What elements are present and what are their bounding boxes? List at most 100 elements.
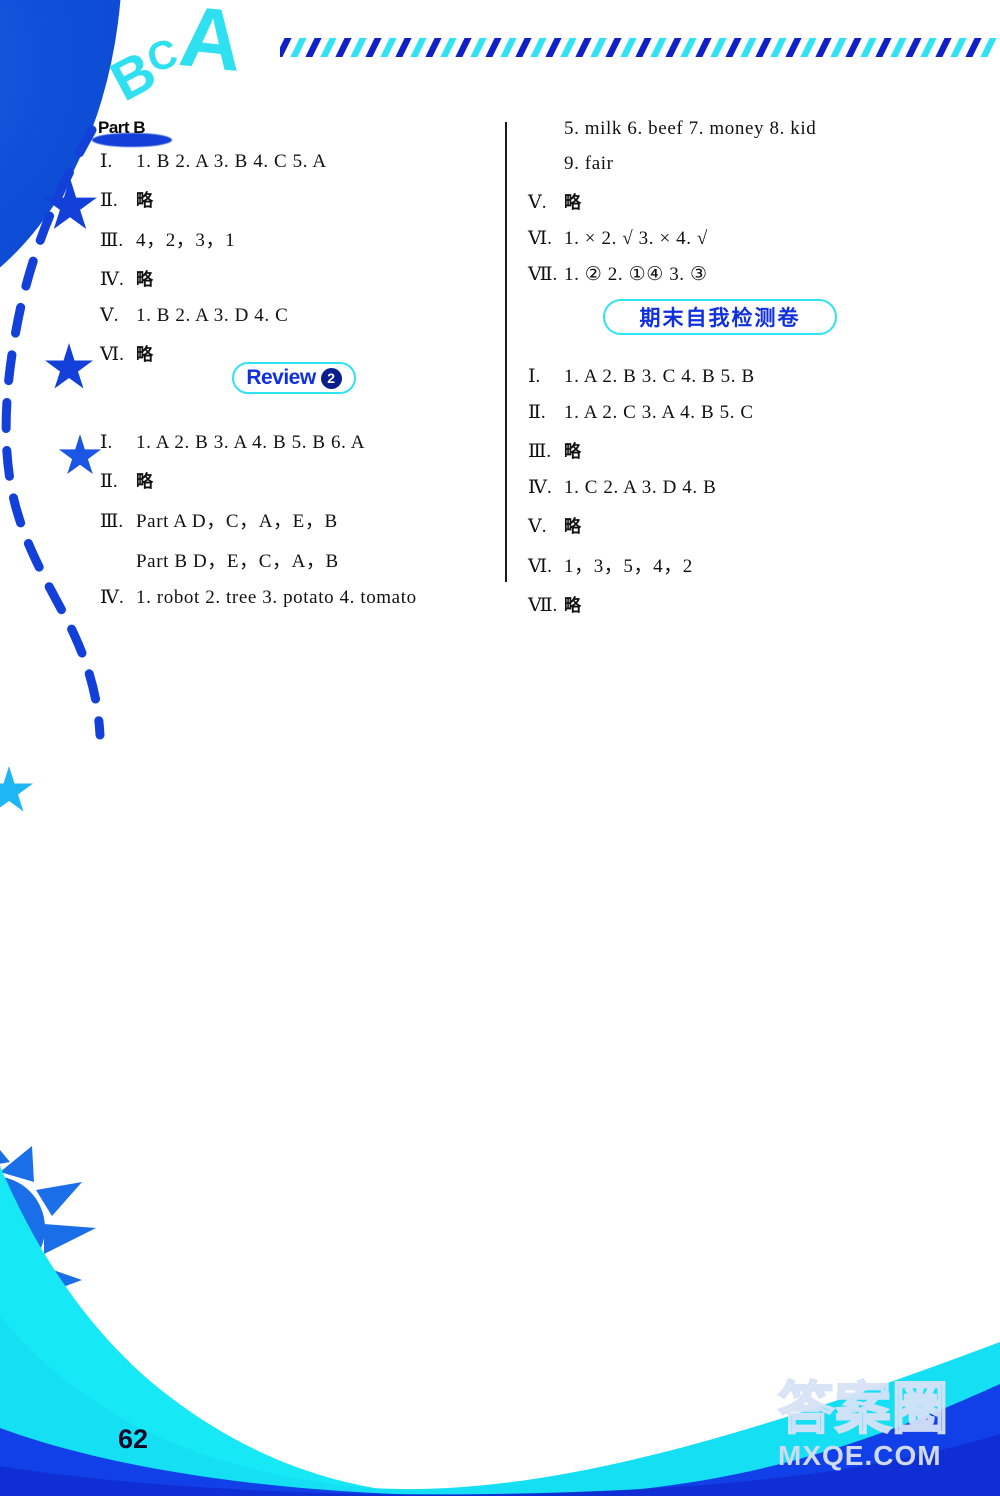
answer-row: Ⅱ. 略	[100, 186, 500, 212]
dash-segment	[965, 38, 982, 57]
dash-segment	[620, 38, 637, 57]
dash-segment	[755, 38, 772, 57]
dash-segment	[500, 38, 517, 57]
answer-row: Ⅳ. 略	[100, 265, 500, 291]
dash-segment	[455, 38, 472, 57]
dash-segment	[545, 38, 562, 57]
answer-number: Ⅲ.	[100, 230, 124, 251]
answer-number: Ⅱ.	[100, 471, 118, 492]
answer-text: 略	[564, 596, 582, 616]
dash-segment	[845, 38, 862, 57]
dash-segment	[980, 38, 997, 57]
answer-text: 1. × 2. √ 3. × 4. √	[564, 228, 708, 249]
part-b-heading: Part B	[92, 118, 172, 147]
dash-segment	[650, 38, 667, 57]
watermark-en-text: MXQE.COM	[778, 1440, 942, 1471]
review-badge-label: Review	[246, 366, 316, 389]
dash-segment	[605, 38, 622, 57]
answer-row: Ⅰ. 1. A 2. B 3. A 4. B 5. B 6. A	[100, 431, 500, 454]
answer-row: Ⅶ. 略	[528, 591, 978, 617]
answer-row: Ⅱ. 略	[100, 467, 500, 493]
exam-title-badge: 期末自我检测卷	[603, 299, 837, 335]
part-b-label: Part B	[98, 118, 146, 137]
exam-title-label: 期末自我检测卷	[639, 306, 801, 330]
decorative-letter-a: A	[175, 0, 247, 90]
answer-number: Ⅰ.	[100, 432, 113, 453]
answer-row: Ⅵ. 1. × 2. √ 3. × 4. √	[528, 227, 978, 250]
right-column: 5. milk 6. beef 7. money 8. kid 9. fair Ⅴ.…	[528, 118, 978, 630]
dash-segment	[365, 38, 382, 57]
answer-text: 略	[136, 345, 154, 365]
dash-segment	[515, 38, 532, 57]
answer-number: Ⅳ.	[528, 477, 552, 498]
dash-segment	[785, 38, 802, 57]
answer-text: 略	[136, 270, 154, 290]
dash-segment	[380, 38, 397, 57]
answer-text: 5. milk 6. beef 7. money 8. kid	[564, 118, 817, 139]
answer-row: Ⅲ. 略	[528, 437, 978, 463]
review-badge: Review 2	[232, 362, 356, 394]
answer-number: Ⅲ.	[100, 511, 124, 532]
dash-segment	[725, 38, 742, 57]
answer-text: 1. A 2. B 3. A 4. B 5. B 6. A	[136, 432, 366, 453]
dash-segment	[280, 38, 292, 57]
dash-segment	[440, 38, 457, 57]
dash-segment	[575, 38, 592, 57]
answer-number: Ⅵ.	[100, 344, 124, 365]
dash-segment	[530, 38, 547, 57]
answer-row: Ⅶ. 1. ② 2. ①④ 3. ③	[528, 263, 978, 286]
dash-segment	[875, 38, 892, 57]
answer-row: Ⅴ. 1. B 2. A 3. D 4. C	[100, 304, 500, 327]
answer-row: Ⅵ. 1，3，5，4，2	[528, 551, 978, 578]
dash-segment	[635, 38, 652, 57]
answer-number: Ⅶ.	[528, 264, 558, 285]
dash-segment	[470, 38, 487, 57]
answer-row: Ⅲ. Part A D，C，A，E，B	[100, 506, 500, 533]
dash-segment	[290, 38, 307, 57]
answer-row: Ⅳ. 1. robot 2. tree 3. potato 4. tomato	[100, 586, 500, 609]
dash-segment	[395, 38, 412, 57]
dash-segment	[320, 38, 337, 57]
answer-number: Ⅵ.	[528, 228, 552, 249]
answer-row: Ⅰ. 1. A 2. B 3. C 4. B 5. B	[528, 365, 978, 388]
exam-answer-list: Ⅰ. 1. A 2. B 3. C 4. B 5. B Ⅱ. 1. A 2. C 3.…	[528, 365, 978, 617]
answer-row: Ⅱ. 1. A 2. C 3. A 4. B 5. C	[528, 401, 978, 424]
answer-text: 1，3，5，4，2	[564, 556, 693, 577]
column-divider	[505, 122, 507, 582]
answer-text: 略	[564, 442, 582, 462]
dash-segment	[770, 38, 787, 57]
answer-number: Ⅶ.	[528, 595, 558, 616]
answer-text: 略	[564, 517, 582, 537]
answer-text: 1. robot 2. tree 3. potato 4. tomato	[136, 587, 417, 608]
star-decoration-4	[0, 766, 33, 812]
answer-row: Ⅰ. 1. B 2. A 3. B 4. C 5. A	[100, 150, 500, 173]
answer-number: Ⅱ.	[100, 190, 118, 211]
answer-text: 1. B 2. A 3. D 4. C	[136, 305, 289, 326]
answer-number: Ⅰ.	[100, 151, 113, 172]
review-badge-number: 2	[320, 367, 342, 389]
answer-text: 1. ② 2. ①④ 3. ③	[564, 264, 708, 285]
answer-text: 略	[564, 193, 582, 213]
dash-segment	[410, 38, 427, 57]
answer-row: 9. fair	[528, 153, 978, 175]
answer-number: Ⅱ.	[528, 402, 546, 423]
dash-segment	[710, 38, 727, 57]
answer-text: 4，2，3，1	[136, 230, 236, 251]
answer-text: 1. A 2. C 3. A 4. B 5. C	[564, 402, 754, 423]
answer-number: Ⅴ.	[100, 305, 119, 326]
answer-row: Ⅴ. 略	[528, 188, 978, 214]
answer-number: Ⅵ.	[528, 556, 552, 577]
page-number: 62	[118, 1424, 149, 1454]
watermark: 答案圈 MXQE.COM	[777, 1377, 993, 1490]
dash-segment	[680, 38, 697, 57]
watermark-cn-text: 答案圈	[777, 1377, 949, 1442]
dash-segment	[425, 38, 442, 57]
dash-segment	[695, 38, 712, 57]
dash-segment	[905, 38, 922, 57]
continued-answer-list: 5. milk 6. beef 7. money 8. kid 9. fair Ⅴ.…	[528, 118, 978, 286]
answer-text: Part A D，C，A，E，B	[136, 511, 338, 532]
review-answer-list: Ⅰ. 1. A 2. B 3. A 4. B 5. B 6. A Ⅱ. 略 Ⅲ. Part…	[100, 431, 500, 609]
answer-row: Part B D，E，C，A，B	[100, 546, 500, 573]
dash-segment	[920, 38, 937, 57]
dash-segment	[860, 38, 877, 57]
